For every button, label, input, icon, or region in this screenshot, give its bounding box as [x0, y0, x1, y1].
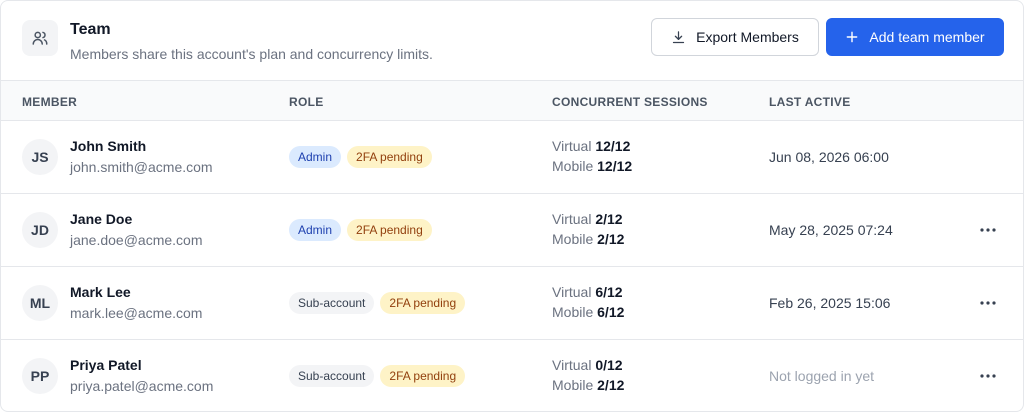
virtual-sessions: Virtual 6/12 — [552, 284, 623, 300]
column-member: MEMBER — [22, 95, 78, 109]
mobile-sessions: Mobile 2/12 — [552, 377, 625, 393]
virtual-sessions: Virtual 0/12 — [552, 357, 623, 373]
download-icon — [673, 30, 685, 43]
status-badge: 2FA pending — [380, 292, 466, 314]
last-active: May 28, 2025 07:24 — [769, 222, 893, 238]
member-name: Priya Patel — [70, 357, 142, 373]
last-active: Feb 26, 2025 15:06 — [769, 295, 891, 311]
table-header: MEMBER ROLE CONCURRENT SESSIONS LAST ACT… — [1, 81, 1023, 121]
role-badge: Admin — [289, 146, 342, 168]
mobile-sessions: Mobile 12/12 — [552, 158, 633, 174]
add-team-member-button[interactable]: Add team member — [826, 18, 1004, 56]
more-horizontal-icon — [980, 374, 996, 378]
role-badge: Admin — [289, 219, 342, 241]
table-row: JS John Smith john.smith@acme.com Admin … — [1, 121, 1023, 194]
member-email: jane.doe@acme.com — [70, 232, 203, 248]
last-active: Not logged in yet — [769, 368, 875, 384]
member-name: John Smith — [70, 138, 147, 154]
member-name: Jane Doe — [70, 211, 133, 227]
mobile-sessions: Mobile 2/12 — [552, 231, 625, 247]
table-row: ML Mark Lee mark.lee@acme.com Sub-accoun… — [1, 267, 1023, 340]
table-row: JD Jane Doe jane.doe@acme.com Admin 2FA … — [1, 194, 1023, 267]
avatar: PP — [22, 358, 58, 394]
more-actions-button[interactable] — [977, 220, 999, 240]
more-actions-button[interactable] — [977, 366, 999, 386]
users-icon — [22, 20, 58, 56]
avatar: ML — [22, 285, 58, 321]
export-members-button[interactable]: Export Members — [651, 18, 819, 56]
virtual-sessions: Virtual 2/12 — [552, 211, 623, 227]
column-last-active: LAST ACTIVE — [769, 95, 851, 109]
team-header: Team Members share this account's plan a… — [1, 1, 1023, 81]
mobile-sessions: Mobile 6/12 — [552, 304, 625, 320]
last-active: Jun 08, 2026 06:00 — [769, 149, 889, 165]
page-title: Team — [70, 21, 111, 38]
member-email: john.smith@acme.com — [70, 159, 213, 175]
table-row: PP Priya Patel priya.patel@acme.com Sub-… — [1, 340, 1023, 411]
export-members-label: Export Members — [696, 29, 799, 45]
column-role: ROLE — [289, 95, 324, 109]
more-horizontal-icon — [980, 301, 996, 305]
avatar: JD — [22, 212, 58, 248]
role-badge: Sub-account — [289, 292, 375, 314]
virtual-sessions: Virtual 12/12 — [552, 138, 631, 154]
role-badge: Sub-account — [289, 365, 375, 387]
plus-icon — [847, 31, 858, 43]
page-subtitle: Members share this account's plan and co… — [70, 46, 433, 62]
member-name: Mark Lee — [70, 284, 131, 300]
more-actions-button[interactable] — [977, 293, 999, 313]
status-badge: 2FA pending — [347, 146, 432, 168]
add-team-member-label: Add team member — [869, 29, 985, 45]
column-concurrent-sessions: CONCURRENT SESSIONS — [552, 95, 708, 109]
status-badge: 2FA pending — [347, 219, 432, 241]
member-email: priya.patel@acme.com — [70, 378, 214, 394]
avatar: JS — [22, 139, 58, 175]
team-card: Team Members share this account's plan a… — [0, 0, 1024, 412]
more-horizontal-icon — [980, 228, 996, 232]
status-badge: 2FA pending — [380, 365, 466, 387]
member-email: mark.lee@acme.com — [70, 305, 203, 321]
